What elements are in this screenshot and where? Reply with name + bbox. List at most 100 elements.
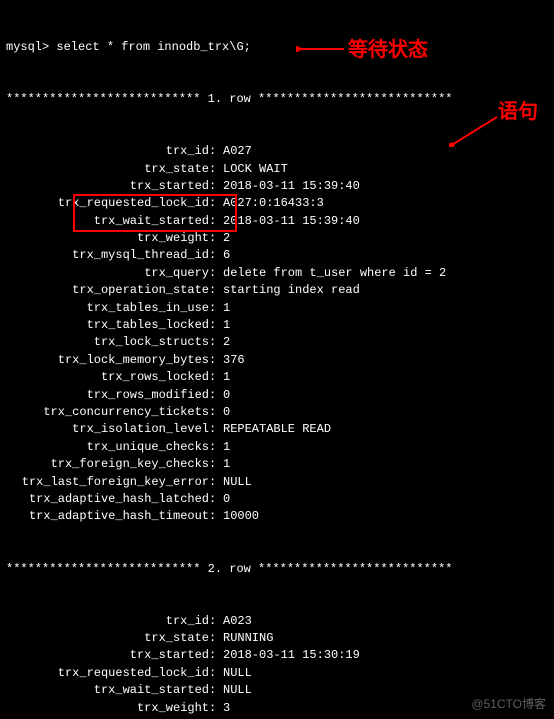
kv-key: trx_tables_locked <box>6 317 209 334</box>
kv-key: trx_state <box>6 630 209 647</box>
kv-value: NULL <box>223 474 548 491</box>
kv-sep: : <box>209 265 223 282</box>
kv-sep: : <box>209 230 223 247</box>
kv-value: RUNNING <box>223 630 548 647</box>
prompt-line[interactable]: mysql> select * from innodb_trx\G; <box>6 39 548 56</box>
kv-key: trx_weight <box>6 700 209 717</box>
kv-key: trx_unique_checks <box>6 439 209 456</box>
kv-row: trx_unique_checks: 1 <box>6 439 548 456</box>
kv-sep: : <box>209 369 223 386</box>
kv-key: trx_started <box>6 178 209 195</box>
kv-key: trx_isolation_level <box>6 421 209 438</box>
terminal-output: mysql> select * from innodb_trx\G; *****… <box>0 0 554 719</box>
kv-sep: : <box>209 195 223 212</box>
kv-value: delete from t_user where id = 2 <box>223 265 548 282</box>
kv-row: trx_requested_lock_id: A027:0:16433:3 <box>6 195 548 212</box>
kv-sep: : <box>209 682 223 699</box>
kv-row: trx_requested_lock_id: NULL <box>6 665 548 682</box>
kv-row: trx_lock_memory_bytes: 376 <box>6 352 548 369</box>
kv-key: trx_requested_lock_id <box>6 195 209 212</box>
kv-sep: : <box>209 300 223 317</box>
kv-value: A027:0:16433:3 <box>223 195 548 212</box>
kv-value: 0 <box>223 387 548 404</box>
kv-value: 6 <box>223 247 548 264</box>
kv-key: trx_lock_structs <box>6 334 209 351</box>
kv-row: trx_adaptive_hash_timeout: 10000 <box>6 508 548 525</box>
kv-key: trx_started <box>6 647 209 664</box>
kv-row: trx_wait_started: 2018-03-11 15:39:40 <box>6 213 548 230</box>
watermark: @51CTO博客 <box>471 696 546 713</box>
kv-key: trx_rows_locked <box>6 369 209 386</box>
kv-row: trx_weight: 3 <box>6 700 548 717</box>
kv-row: trx_wait_started: NULL <box>6 682 548 699</box>
kv-sep: : <box>209 508 223 525</box>
row-divider-line: *************************** 1. row *****… <box>6 91 548 108</box>
kv-value: 1 <box>223 300 548 317</box>
kv-sep: : <box>209 161 223 178</box>
kv-sep: : <box>209 491 223 508</box>
kv-value: 2018-03-11 15:30:19 <box>223 647 548 664</box>
kv-value: 376 <box>223 352 548 369</box>
kv-sep: : <box>209 647 223 664</box>
kv-value: 1 <box>223 439 548 456</box>
kv-row: trx_tables_in_use: 1 <box>6 300 548 317</box>
kv-value: 1 <box>223 369 548 386</box>
kv-sep: : <box>209 213 223 230</box>
kv-sep: : <box>209 247 223 264</box>
kv-value: 1 <box>223 456 548 473</box>
kv-key: trx_last_foreign_key_error <box>6 474 209 491</box>
kv-row: trx_tables_locked: 1 <box>6 317 548 334</box>
kv-row: trx_id: A023 <box>6 613 548 630</box>
kv-value: starting index read <box>223 282 548 299</box>
kv-key: trx_wait_started <box>6 682 209 699</box>
kv-value: NULL <box>223 665 548 682</box>
kv-row: trx_rows_locked: 1 <box>6 369 548 386</box>
kv-key: trx_rows_modified <box>6 387 209 404</box>
kv-key: trx_requested_lock_id <box>6 665 209 682</box>
kv-sep: : <box>209 474 223 491</box>
kv-sep: : <box>209 317 223 334</box>
kv-key: trx_lock_memory_bytes <box>6 352 209 369</box>
kv-sep: : <box>209 439 223 456</box>
kv-key: trx_state <box>6 161 209 178</box>
kv-key: trx_operation_state <box>6 282 209 299</box>
kv-value: 0 <box>223 491 548 508</box>
kv-key: trx_query <box>6 265 209 282</box>
kv-sep: : <box>209 404 223 421</box>
kv-sep: : <box>209 143 223 160</box>
kv-row: trx_started: 2018-03-11 15:30:19 <box>6 647 548 664</box>
kv-value: 0 <box>223 404 548 421</box>
row-divider-line: *************************** 2. row *****… <box>6 561 548 578</box>
kv-row: trx_query: delete from t_user where id =… <box>6 265 548 282</box>
kv-key: trx_mysql_thread_id <box>6 247 209 264</box>
kv-key: trx_weight <box>6 230 209 247</box>
kv-sep: : <box>209 334 223 351</box>
kv-row: trx_state: LOCK WAIT <box>6 161 548 178</box>
kv-sep: : <box>209 700 223 717</box>
kv-value: A027 <box>223 143 548 160</box>
kv-row: trx_state: RUNNING <box>6 630 548 647</box>
kv-value: 2 <box>223 230 548 247</box>
kv-key: trx_wait_started <box>6 213 209 230</box>
kv-sep: : <box>209 387 223 404</box>
kv-value: 1 <box>223 317 548 334</box>
kv-key: trx_foreign_key_checks <box>6 456 209 473</box>
kv-value: 2018-03-11 15:39:40 <box>223 178 548 195</box>
kv-row: trx_rows_modified: 0 <box>6 387 548 404</box>
kv-sep: : <box>209 352 223 369</box>
kv-value: 2018-03-11 15:39:40 <box>223 213 548 230</box>
kv-value: LOCK WAIT <box>223 161 548 178</box>
kv-row: trx_isolation_level: REPEATABLE READ <box>6 421 548 438</box>
kv-row: trx_lock_structs: 2 <box>6 334 548 351</box>
kv-row: trx_operation_state: starting index read <box>6 282 548 299</box>
kv-row: trx_weight: 2 <box>6 230 548 247</box>
kv-row: trx_id: A027 <box>6 143 548 160</box>
kv-row: trx_adaptive_hash_latched: 0 <box>6 491 548 508</box>
kv-key: trx_id <box>6 613 209 630</box>
kv-sep: : <box>209 178 223 195</box>
kv-key: trx_adaptive_hash_timeout <box>6 508 209 525</box>
kv-key: trx_adaptive_hash_latched <box>6 491 209 508</box>
kv-key: trx_id <box>6 143 209 160</box>
kv-row: trx_concurrency_tickets: 0 <box>6 404 548 421</box>
kv-row: trx_started: 2018-03-11 15:39:40 <box>6 178 548 195</box>
